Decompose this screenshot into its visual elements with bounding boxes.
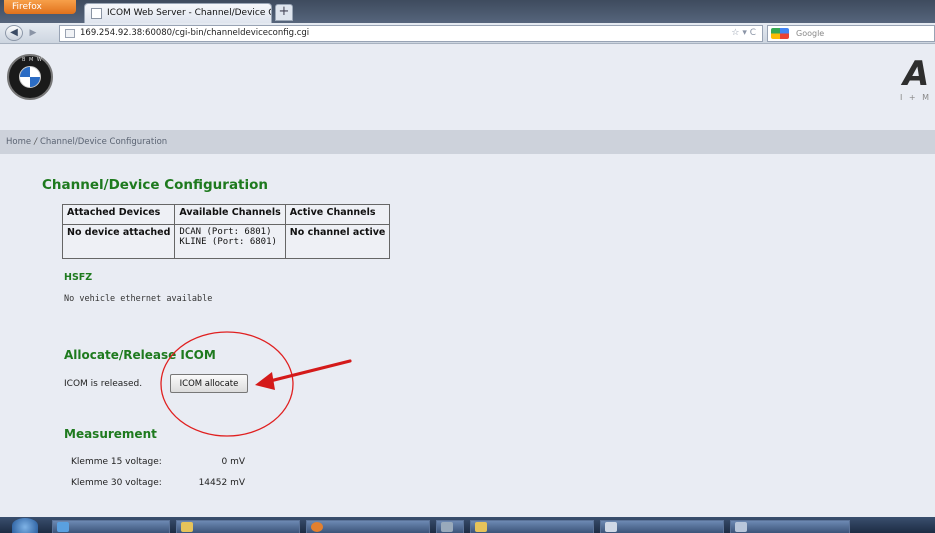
- allocate-heading: Allocate/Release ICOM: [64, 348, 216, 362]
- red-annotation-overlay: [160, 331, 352, 437]
- tab-title: ICOM Web Server - Channel/Device Con...: [107, 8, 271, 18]
- new-tab-button[interactable]: +: [275, 4, 293, 21]
- firefox-icon: [311, 522, 323, 532]
- column-header-available: Available Channels: [174, 204, 286, 225]
- bmw-logo: B M W: [7, 54, 53, 100]
- taskbar-button-app[interactable]: [600, 520, 724, 533]
- red-arrow-shaft: [264, 359, 352, 384]
- browser-tab[interactable]: ICOM Web Server - Channel/Device Con...: [84, 3, 272, 23]
- measurement-label: Klemme 15 voltage:: [71, 457, 162, 467]
- taskbar-button-media[interactable]: [436, 520, 464, 533]
- measurement-value: 0 mV: [221, 457, 245, 467]
- navigation-bar: ◀ ▶ 169.254.92.38:60080/cgi-bin/channeld…: [0, 23, 935, 44]
- table-row: No device attached DCAN (Port: 6801) KLI…: [61, 224, 391, 259]
- firefox-menu-button[interactable]: Firefox: [4, 0, 76, 14]
- tab-bar: Firefox ICOM Web Server - Channel/Device…: [0, 0, 935, 23]
- web-page: B M W A I + M Home / Channel/Device Config…: [0, 45, 935, 517]
- page-title: Channel/Device Configuration: [42, 177, 269, 193]
- measurement-row-klemme30: Klemme 30 voltage: 14452 mV: [71, 478, 245, 488]
- column-header-attached: Attached Devices: [61, 204, 176, 225]
- media-icon: [441, 522, 453, 532]
- icom-status-text: ICOM is released.: [64, 379, 143, 389]
- measurement-value: 14452 mV: [198, 478, 245, 488]
- browser-window: Firefox ICOM Web Server - Channel/Device…: [0, 0, 935, 533]
- search-bar[interactable]: Google: [767, 25, 935, 42]
- hsfz-heading: HSFZ: [64, 272, 93, 283]
- column-header-active: Active Channels: [284, 204, 391, 225]
- red-arrow-head-icon: [255, 372, 275, 390]
- back-arrow-icon: ◀: [10, 27, 18, 38]
- breadcrumb-bar: Home / Channel/Device Configuration: [0, 130, 935, 154]
- hsfz-status-text: No vehicle ethernet available: [64, 294, 213, 304]
- back-button[interactable]: ◀: [5, 25, 23, 41]
- forward-button[interactable]: ▶: [26, 27, 40, 40]
- brand-logo-letter: A: [903, 54, 930, 94]
- available-channels-cell: DCAN (Port: 6801) KLINE (Port: 6801): [174, 224, 286, 259]
- start-orb-icon[interactable]: [12, 518, 38, 533]
- search-placeholder: Google: [796, 29, 825, 38]
- attached-devices-cell: No device attached: [61, 224, 176, 259]
- taskbar-button-ie[interactable]: [52, 520, 170, 533]
- channel-dcan: DCAN (Port: 6801): [179, 227, 272, 237]
- url-text: 169.254.92.38:60080/cgi-bin/channeldevic…: [80, 28, 310, 38]
- breadcrumb: Home / Channel/Device Configuration: [6, 137, 167, 147]
- bookmark-reload-icons[interactable]: ☆ ▾ C: [731, 26, 756, 41]
- explorer-icon: [475, 522, 487, 532]
- icom-allocate-button[interactable]: ICOM allocate: [170, 374, 248, 393]
- channel-kline: KLINE (Port: 6801): [179, 237, 277, 247]
- favicon-icon: [91, 8, 102, 19]
- taskbar-button-explorer[interactable]: [470, 520, 594, 533]
- brand-logo-subtext: I + M: [900, 93, 932, 102]
- taskbar-button-firefox[interactable]: [306, 520, 430, 533]
- google-icon: [771, 28, 789, 39]
- ie-icon: [57, 522, 69, 532]
- active-channels-cell: No channel active: [284, 224, 391, 259]
- window-icon: [735, 522, 747, 532]
- breadcrumb-separator: /: [34, 137, 37, 147]
- app-icon: [605, 522, 617, 532]
- taskbar-button-folder[interactable]: [176, 520, 300, 533]
- address-bar[interactable]: 169.254.92.38:60080/cgi-bin/channeldevic…: [59, 25, 763, 42]
- bmw-roundel-icon: [19, 66, 41, 88]
- measurement-heading: Measurement: [64, 427, 157, 441]
- site-identity-icon: [65, 29, 75, 38]
- measurement-row-klemme15: Klemme 15 voltage: 0 mV: [71, 457, 245, 467]
- taskbar-button-window[interactable]: [730, 520, 850, 533]
- breadcrumb-home-link[interactable]: Home: [6, 137, 31, 147]
- bmw-logo-lettering: B M W: [22, 57, 43, 63]
- device-channel-table: Attached Devices Available Channels Acti…: [61, 204, 391, 259]
- windows-taskbar: [0, 517, 935, 533]
- table-header-row: Attached Devices Available Channels Acti…: [61, 204, 391, 225]
- measurement-label: Klemme 30 voltage:: [71, 478, 162, 488]
- forward-arrow-icon: ▶: [29, 28, 37, 38]
- breadcrumb-current: Channel/Device Configuration: [39, 137, 168, 147]
- folder-icon: [181, 522, 193, 532]
